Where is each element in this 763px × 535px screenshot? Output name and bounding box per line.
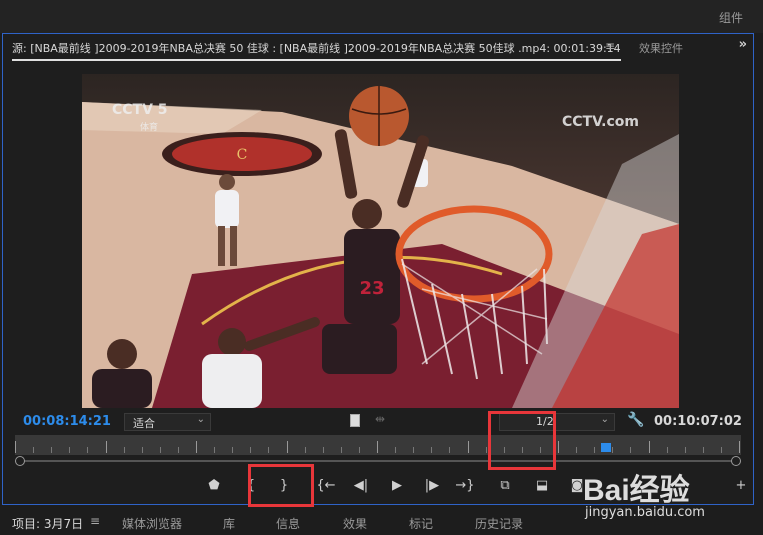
workspace-bar: 组件 <box>0 0 763 33</box>
chevron-down-icon: ⌄ <box>600 414 609 425</box>
panel-menu-icon[interactable]: ≡ <box>90 514 100 528</box>
ruler-tick <box>739 441 740 453</box>
ruler-tick <box>667 447 668 453</box>
overwrite-button[interactable]: ⬓ <box>531 476 553 496</box>
tab-bottom-6[interactable]: 历史记录 <box>475 515 523 532</box>
ruler-tick <box>287 441 288 453</box>
ruler-tick <box>612 447 613 453</box>
fit-dropdown-value: 适合 <box>133 417 155 430</box>
watermark-url: jingyan.baidu.com <box>585 505 705 520</box>
ruler-tick <box>359 447 360 453</box>
source-tab-label: 源: [NBA最前线 ]2009-2019年NBA总决赛 50 佳球 : [NB… <box>12 42 621 55</box>
tab-bottom-2[interactable]: 库 <box>223 515 235 532</box>
drag-video-icon[interactable]: ⇹ <box>375 412 385 426</box>
step-back-button[interactable]: ◀| <box>350 476 372 496</box>
ruler-tick <box>594 447 595 453</box>
go-to-in-button[interactable]: {← <box>315 476 337 496</box>
ruler-tick <box>395 447 396 453</box>
ruler-tick <box>106 441 107 453</box>
ruler-tick <box>486 447 487 453</box>
timecode-row: 00:08:14:21 适合 ⌄ ⇹ 1/2 ⌄ 🔧 00:10:07:02 <box>3 412 753 432</box>
ruler-tick <box>377 441 378 453</box>
ruler-tick <box>178 447 179 453</box>
ruler-tick <box>649 441 650 453</box>
tab-bottom-5[interactable]: 标记 <box>409 515 433 532</box>
cctv-com-logo: CCTV.com <box>562 114 639 130</box>
highlight-mark-out-annotation <box>248 464 314 507</box>
ruler-tick <box>232 447 233 453</box>
ruler-tick <box>124 447 125 453</box>
tab-project[interactable]: 项目: 3月7日 <box>12 515 83 532</box>
current-timecode[interactable]: 00:08:14:21 <box>23 414 111 429</box>
play-button[interactable]: ▶ <box>386 476 408 496</box>
playhead[interactable] <box>601 443 611 452</box>
source-monitor-tab[interactable]: 源: [NBA最前线 ]2009-2019年NBA总决赛 50 佳球 : [NB… <box>12 40 621 61</box>
ruler-tick <box>703 447 704 453</box>
chevron-down-icon: ⌄ <box>196 414 205 425</box>
ruler-tick <box>685 447 686 453</box>
baidu-watermark: Bai经验 jingyan.baidu.com <box>583 455 753 530</box>
video-frame-image: C CCTV 5 体育 CCTV.com 23 <box>82 74 679 408</box>
ruler-tick <box>160 447 161 453</box>
cctv5-sub: 体育 <box>140 121 158 133</box>
cctv5-logo: CCTV 5 <box>112 102 168 118</box>
ruler-tick <box>449 447 450 453</box>
duration-timecode: 00:10:07:02 <box>654 414 742 429</box>
ruler-tick <box>323 447 324 453</box>
safe-margins-icon[interactable] <box>350 414 360 427</box>
ruler-tick <box>142 447 143 453</box>
ruler-tick <box>87 447 88 453</box>
jersey-number: 23 <box>359 278 384 299</box>
tab-bottom-1[interactable]: 媒体浏览器 <box>122 515 182 532</box>
watermark-brand: Bai经验 <box>583 474 690 507</box>
ruler-tick <box>51 447 52 453</box>
ruler-tick <box>214 447 215 453</box>
tab-bottom-3[interactable]: 信息 <box>276 515 300 532</box>
ruler-tick <box>341 447 342 453</box>
panel-menu-icon[interactable]: ≡ <box>605 39 615 53</box>
add-marker-button[interactable]: ⬟ <box>203 476 225 496</box>
tab-effect-controls[interactable]: 效果控件 <box>639 40 683 56</box>
wrench-settings-icon[interactable]: 🔧 <box>627 412 644 428</box>
ruler-tick <box>721 447 722 453</box>
active-tab-underline <box>12 59 621 61</box>
scroll-handle-left[interactable] <box>15 456 25 466</box>
source-monitor-panel: 源: [NBA最前线 ]2009-2019年NBA总决赛 50 佳球 : [NB… <box>2 33 754 507</box>
ruler-tick <box>69 447 70 453</box>
time-ruler[interactable] <box>15 435 741 455</box>
ruler-tick <box>250 447 251 453</box>
highlight-resolution-annotation <box>488 411 556 470</box>
panel-tabs: 源: [NBA最前线 ]2009-2019年NBA总决赛 50 佳球 : [NB… <box>3 34 753 62</box>
ruler-tick <box>468 441 469 453</box>
ruler-tick <box>15 441 16 453</box>
insert-button[interactable]: ⧉ <box>494 476 516 496</box>
ruler-tick <box>630 447 631 453</box>
ruler-tick <box>268 447 269 453</box>
ruler-tick <box>431 447 432 453</box>
video-preview: C CCTV 5 体育 CCTV.com 23 <box>82 74 679 408</box>
fit-dropdown[interactable]: 适合 ⌄ <box>124 413 211 431</box>
svg-text:C: C <box>237 147 248 163</box>
ruler-tick <box>576 447 577 453</box>
ruler-tick <box>305 447 306 453</box>
step-forward-button[interactable]: |▶ <box>421 476 443 496</box>
go-to-out-button[interactable]: →} <box>454 476 476 496</box>
ruler-tick <box>413 447 414 453</box>
tab-overflow-icon[interactable]: » <box>739 37 747 52</box>
ruler-tick <box>33 447 34 453</box>
ruler-tick <box>196 441 197 453</box>
tab-bottom-4[interactable]: 效果 <box>343 515 367 532</box>
workspace-tab-assembly[interactable]: 组件 <box>719 9 743 26</box>
ruler-tick <box>558 441 559 453</box>
